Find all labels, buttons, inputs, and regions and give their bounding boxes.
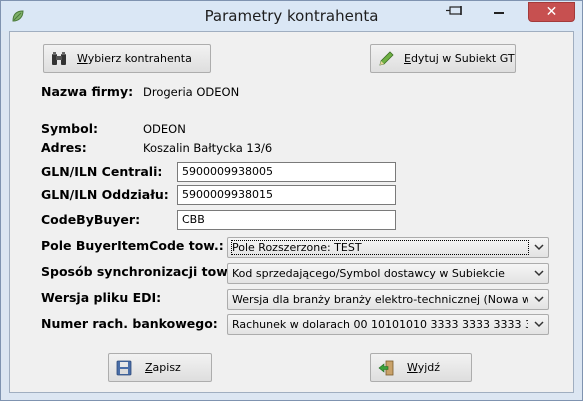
bank-account-value: Rachunek w dolarach 00 10101010 3333 333… bbox=[232, 318, 528, 331]
chevron-down-icon bbox=[534, 244, 544, 251]
save-label: Zapisz bbox=[145, 361, 181, 374]
chevron-down-icon bbox=[534, 296, 544, 303]
pencil-icon bbox=[379, 51, 394, 66]
exit-door-icon bbox=[378, 360, 394, 376]
pin-icon bbox=[446, 6, 462, 15]
sync-method-label: Sposób synchronizacji tow.: bbox=[41, 264, 237, 279]
address-value: Koszalin Bałtycka 13/6 bbox=[143, 141, 273, 155]
buyer-item-code-select[interactable]: Pole Rozszerzone: TEST bbox=[227, 237, 549, 258]
address-label: Adres: bbox=[41, 140, 87, 155]
code-by-buyer-label: CodeByBuyer: bbox=[41, 212, 141, 227]
edit-in-subiekt-button[interactable]: Edytuj w Subiekt GT bbox=[370, 44, 516, 73]
gln-central-field[interactable]: 5900009938005 bbox=[177, 162, 396, 182]
binoculars-icon bbox=[52, 52, 66, 65]
chevron-down-icon bbox=[534, 321, 544, 328]
dialog-window: Parametry kontrahenta ✕ Wybierz kontrahe… bbox=[0, 0, 583, 401]
title-bar[interactable]: Parametry kontrahenta ✕ bbox=[1, 1, 582, 31]
code-by-buyer-field[interactable]: CBB bbox=[177, 210, 396, 230]
exit-label: Wyjdź bbox=[407, 361, 441, 374]
symbol-value: ODEON bbox=[143, 122, 186, 136]
minimize-button[interactable] bbox=[485, 2, 513, 22]
close-icon: ✕ bbox=[545, 4, 558, 20]
bank-account-select[interactable]: Rachunek w dolarach 00 10101010 3333 333… bbox=[227, 314, 549, 335]
edi-version-value: Wersja dla branży branży elektro-technic… bbox=[232, 293, 528, 306]
floppy-disk-icon bbox=[116, 360, 132, 376]
gln-branch-field[interactable]: 5900009938015 bbox=[177, 185, 396, 205]
minimize-icon bbox=[494, 12, 504, 14]
choose-contractor-button[interactable]: Wybierz kontrahenta bbox=[43, 44, 211, 73]
company-name-value: Drogeria ODEON bbox=[143, 85, 240, 99]
sync-method-value: Kod sprzedającego/Symbol dostawcy w Subi… bbox=[232, 267, 505, 280]
buyer-item-code-label: Pole BuyerItemCode tow.: bbox=[41, 238, 224, 253]
pin-button[interactable] bbox=[445, 2, 467, 22]
symbol-label: Symbol: bbox=[41, 121, 98, 136]
gln-branch-label: GLN/ILN Oddziału: bbox=[41, 187, 169, 202]
edi-version-select[interactable]: Wersja dla branży branży elektro-technic… bbox=[227, 289, 549, 310]
exit-button[interactable]: Wyjdź bbox=[370, 353, 472, 382]
sync-method-select[interactable]: Kod sprzedającego/Symbol dostawcy w Subi… bbox=[227, 263, 549, 284]
choose-contractor-label: Wybierz kontrahenta bbox=[77, 52, 192, 65]
save-button[interactable]: Zapisz bbox=[108, 353, 212, 382]
chevron-down-icon bbox=[534, 270, 544, 277]
edit-in-subiekt-label: Edytuj w Subiekt GT bbox=[404, 52, 515, 65]
company-name-label: Nazwa firmy: bbox=[41, 84, 134, 99]
buyer-item-code-value: Pole Rozszerzone: TEST bbox=[231, 240, 529, 255]
close-button[interactable]: ✕ bbox=[528, 2, 575, 22]
gln-central-label: GLN/ILN Centrali: bbox=[41, 164, 163, 179]
bank-account-label: Numer rach. bankowego: bbox=[41, 316, 218, 331]
edi-version-label: Wersja pliku EDI: bbox=[41, 290, 162, 305]
dialog-body: Wybierz kontrahenta Edytuj w Subiekt GT … bbox=[9, 31, 574, 393]
